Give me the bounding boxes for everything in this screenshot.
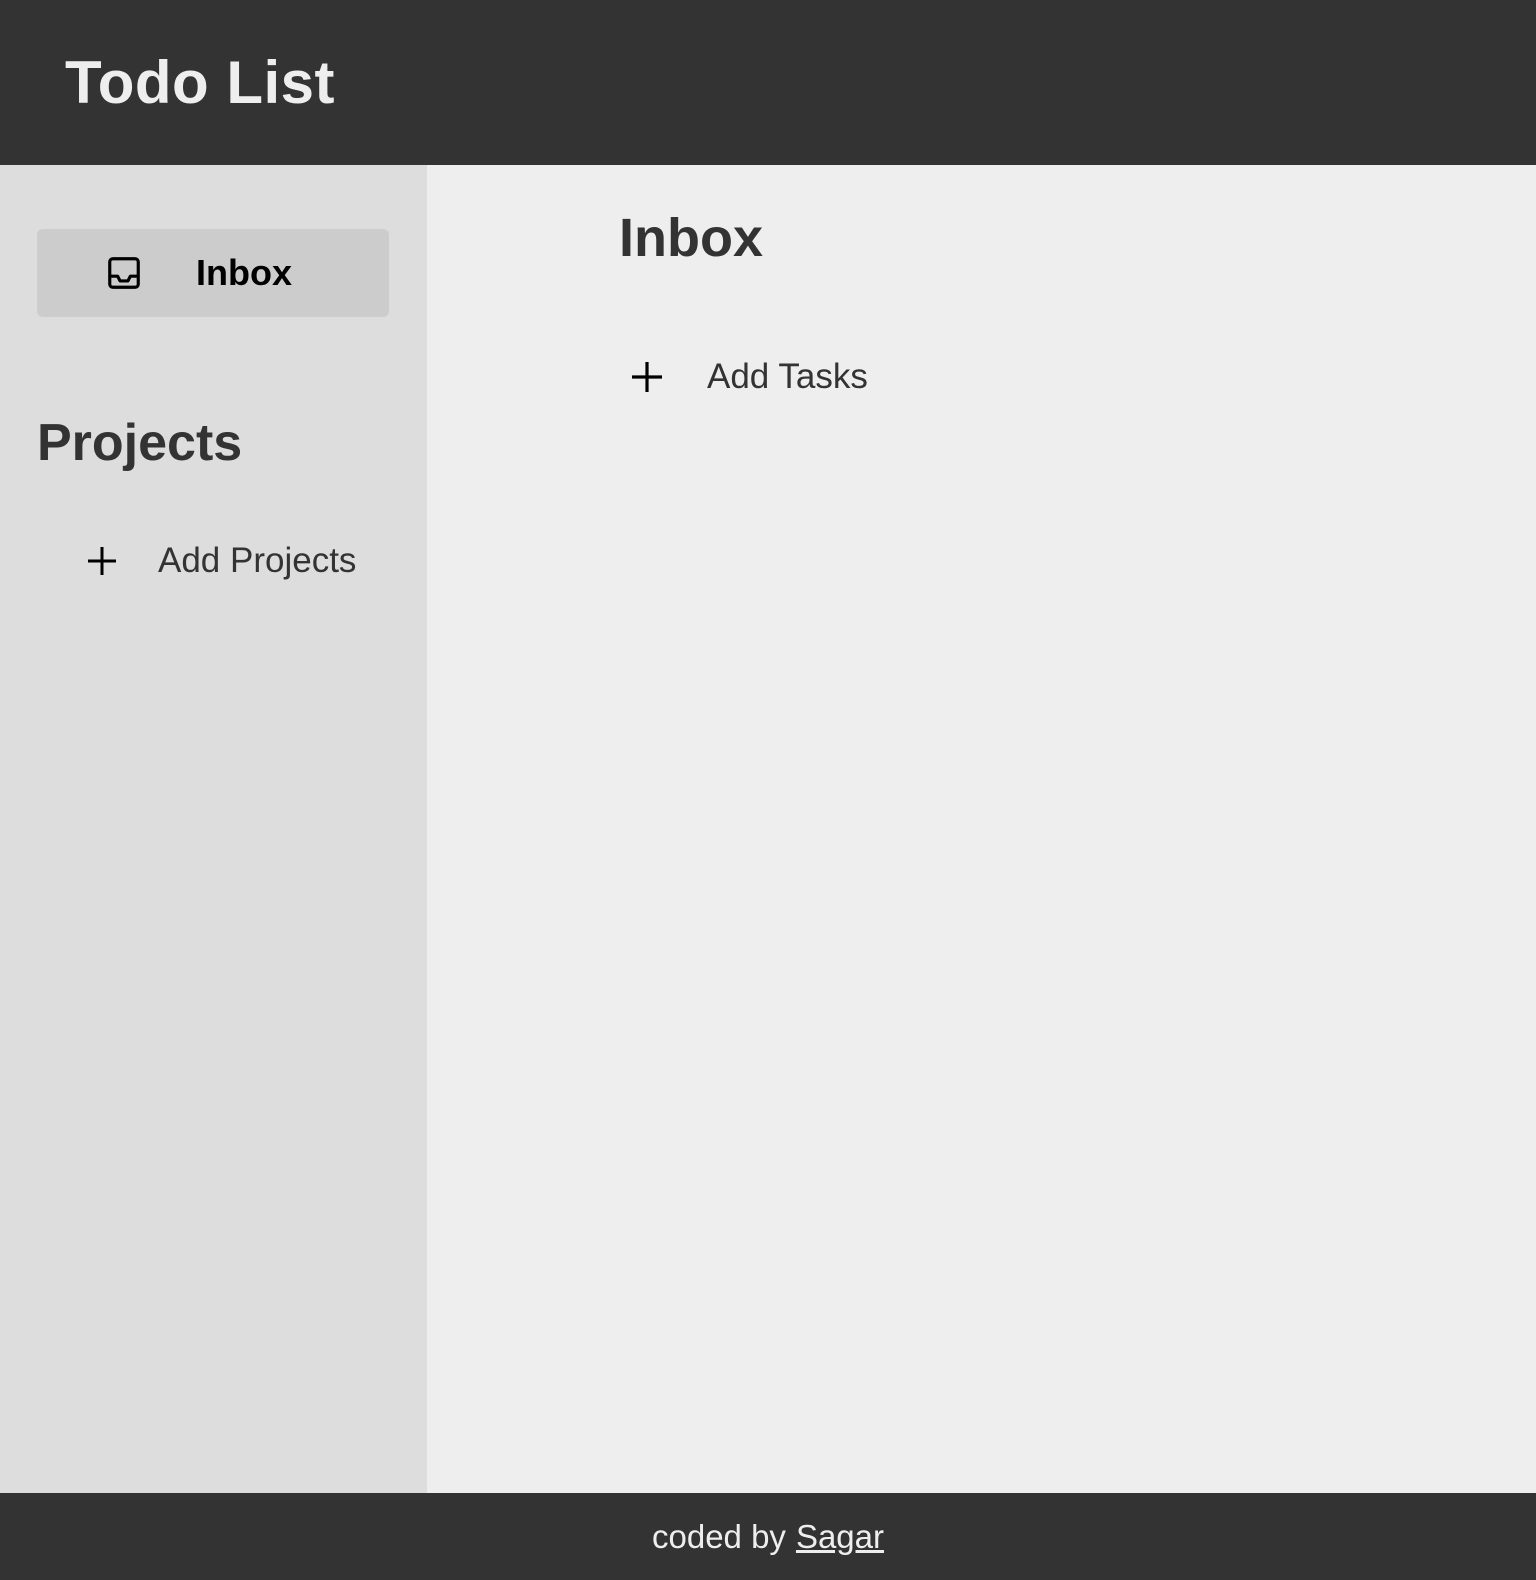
app-header: Todo List <box>0 0 1536 165</box>
app-root: Todo List Inbox Projects Add Projects In… <box>0 0 1536 1580</box>
sidebar: Inbox Projects Add Projects <box>0 165 427 1493</box>
projects-heading: Projects <box>37 414 243 472</box>
author-link[interactable]: Sagar <box>796 1518 884 1556</box>
app-title: Todo List <box>65 49 335 116</box>
add-projects-label: Add Projects <box>158 541 357 580</box>
add-tasks-button[interactable]: Add Tasks <box>619 357 1536 397</box>
footer-credit-text: coded by <box>652 1517 786 1555</box>
plus-icon <box>84 543 120 579</box>
add-tasks-label: Add Tasks <box>707 357 868 396</box>
plus-icon <box>629 359 665 395</box>
page-title: Inbox <box>619 208 763 268</box>
inbox-icon <box>105 254 143 292</box>
main-content: Inbox Add Tasks <box>427 165 1536 1493</box>
footer: coded by Sagar <box>0 1493 1536 1580</box>
sidebar-item-label: Inbox <box>196 252 292 293</box>
app-body: Inbox Projects Add Projects Inbox Add Ta… <box>0 165 1536 1493</box>
sidebar-item-inbox[interactable]: Inbox <box>37 229 389 317</box>
add-projects-button[interactable]: Add Projects <box>37 541 390 581</box>
